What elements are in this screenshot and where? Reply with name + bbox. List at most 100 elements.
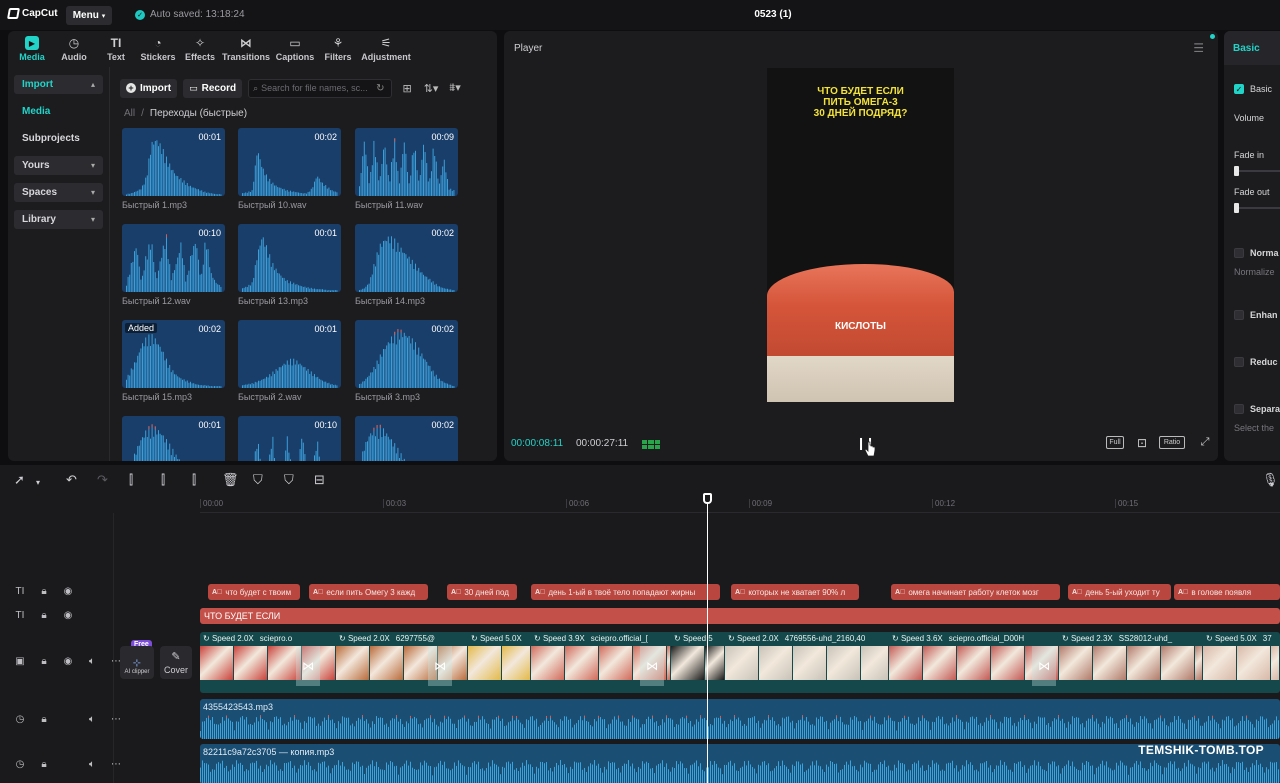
tab-effects[interactable]: ✧ Effects (180, 31, 220, 67)
media-thumbnail[interactable]: 00:02 (355, 224, 458, 292)
media-item[interactable]: 00:10 (238, 416, 341, 461)
lock-icon[interactable]: 🔒︎ (37, 714, 51, 725)
sort-icon[interactable]: ⇅▾ (422, 79, 440, 98)
screenshot-icon[interactable]: ⊡ (1134, 436, 1150, 450)
ai-edit-icon[interactable]: ⊟ (314, 473, 325, 487)
split-icon[interactable]: ⫿ (129, 473, 133, 487)
title-text-clip[interactable]: ЧТО БУДЕТ ЕСЛИ (200, 608, 1280, 624)
transition-icon[interactable]: ⋈ (640, 646, 664, 686)
transition-icon[interactable]: ⋈ (428, 646, 452, 686)
chevron-down-icon[interactable]: ▾ (36, 476, 40, 490)
undo-icon[interactable]: ↶ (66, 473, 77, 487)
more-icon[interactable]: ⋯ (109, 759, 123, 770)
media-thumbnail[interactable]: 00:10 (122, 224, 225, 292)
search-input[interactable] (261, 83, 374, 93)
nav-import[interactable]: Import ▴ (14, 75, 103, 94)
eye-icon[interactable]: ◉ (61, 656, 75, 667)
transition-icon[interactable]: ⋈ (296, 646, 320, 686)
text-clip[interactable]: A⃞ омега начинает работу клеток мозг (891, 584, 1060, 600)
playhead[interactable] (707, 495, 708, 783)
text-clip[interactable]: A⃞ 30 дней под (447, 584, 517, 600)
video-track[interactable]: Speed 2.0Xsciepro.oSpeed 2.0X6297755@Spe… (200, 632, 1280, 693)
marker-icon[interactable]: ⛉ (253, 473, 263, 487)
checkbox-icon[interactable] (1234, 357, 1244, 367)
speaker-icon[interactable]: 🔈︎ (85, 714, 99, 725)
text-clip[interactable]: A⃞ если пить Омегу 3 кажд (309, 584, 428, 600)
media-item[interactable]: 00:09 Быстрый 11.wav (355, 128, 458, 210)
media-item[interactable]: 00:01 Быстрый 2.wav (238, 320, 341, 402)
audio-clip-2[interactable]: 82211c9a72c3705 — копия.mp3 (200, 744, 1280, 783)
separate-toggle[interactable]: Separa (1234, 404, 1280, 414)
text-clip[interactable]: A⃞ день 1-ый в твоё тело попадают жирны (531, 584, 720, 600)
media-thumbnail[interactable]: 00:01 (122, 128, 225, 196)
media-item[interactable]: 00:10 Быстрый 12.wav (122, 224, 225, 306)
media-item[interactable]: 00:02 Added Быстрый 15.mp3 (122, 320, 225, 402)
ratio-button[interactable]: Ratio (1159, 436, 1185, 449)
microphone-icon[interactable]: 🎙 (1262, 473, 1279, 487)
delete-icon[interactable]: 🗑 (222, 473, 239, 487)
eye-icon[interactable]: ◉ (61, 586, 75, 597)
transition-icon[interactable]: ⋈ (1032, 646, 1056, 686)
checkbox-icon[interactable] (1234, 310, 1244, 320)
media-thumbnail[interactable]: 00:01 (238, 224, 341, 292)
nav-spaces[interactable]: Spaces ▾ (14, 183, 103, 202)
media-item[interactable]: 00:02 Быстрый 14.mp3 (355, 224, 458, 306)
timecode-grid-icon[interactable] (642, 440, 660, 449)
grid-view-icon[interactable]: ⊞ (398, 79, 416, 98)
media-thumbnail[interactable]: 00:01 (238, 320, 341, 388)
media-thumbnail[interactable]: 00:02 Added (122, 320, 225, 388)
media-thumbnail[interactable]: 00:09 (355, 128, 458, 196)
normalize-toggle[interactable]: Norma (1234, 248, 1279, 258)
media-item[interactable]: 00:02 Быстрый 3.mp3 (355, 320, 458, 402)
text-clip[interactable]: A⃞ в голове появля (1174, 584, 1280, 600)
fullscreen-icon[interactable]: ⤢ (1198, 436, 1212, 449)
menu-icon[interactable]: ☰ (1193, 41, 1204, 55)
tab-stickers[interactable]: ◔ Stickers (136, 31, 180, 67)
media-thumbnail[interactable]: 00:02 (355, 416, 458, 461)
timeline-ruler[interactable]: 00:00 00:03 00:06 00:09 00:12 00:15 (200, 495, 1280, 513)
nav-yours[interactable]: Yours ▾ (14, 156, 103, 175)
media-item[interactable]: 00:01 (122, 416, 225, 461)
media-thumbnail[interactable]: 00:01 (122, 416, 225, 461)
checkbox-icon[interactable] (1234, 404, 1244, 414)
media-item[interactable]: 00:02 Быстрый 10.wav (238, 128, 341, 210)
full-button[interactable]: Full (1106, 436, 1124, 449)
fade-in-slider[interactable] (1234, 166, 1280, 176)
speaker-icon[interactable]: 🔈︎ (85, 656, 99, 667)
text-clip[interactable]: A⃞ что будет с твоим (208, 584, 300, 600)
text-clip[interactable]: A⃞ день 5-ый уходит ту (1068, 584, 1171, 600)
fade-out-slider[interactable] (1234, 203, 1280, 213)
checkbox-icon[interactable] (1234, 248, 1244, 258)
media-thumbnail[interactable]: 00:02 (238, 128, 341, 196)
text-clip[interactable]: A⃞ которых не хватает 90% л (731, 584, 859, 600)
reduce-toggle[interactable]: Reduc (1234, 357, 1278, 367)
audio-clip-1[interactable]: 4355423543.mp3 (200, 699, 1280, 739)
tab-adjustment[interactable]: ⚟ Adjustment (358, 31, 414, 67)
tab-filters[interactable]: ⚘ Filters (318, 31, 358, 67)
tab-basic[interactable]: Basic (1224, 31, 1280, 65)
shield-icon[interactable]: ⛉ (284, 473, 294, 487)
more-icon[interactable]: ⋯ (109, 714, 123, 725)
split-right-icon[interactable]: ⫿ (192, 473, 196, 487)
lock-icon[interactable]: 🔒︎ (37, 759, 51, 770)
ai-clipper-button[interactable]: ⊹ AI clipper (120, 646, 154, 679)
select-cursor-icon[interactable]: ➚ (14, 473, 25, 487)
media-item[interactable]: 00:01 Быстрый 1.mp3 (122, 128, 225, 210)
lock-icon[interactable]: 🔒︎ (37, 610, 51, 621)
media-item[interactable]: 00:01 Быстрый 13.mp3 (238, 224, 341, 306)
nav-library[interactable]: Library ▾ (14, 210, 103, 229)
tab-transitions[interactable]: ⋈ Transitions (220, 31, 272, 67)
media-item[interactable]: 00:02 (355, 416, 458, 461)
tab-audio[interactable]: ◷ Audio (52, 31, 96, 67)
lock-icon[interactable]: 🔒︎ (37, 586, 51, 597)
import-button[interactable]: + Import (120, 78, 178, 98)
speaker-icon[interactable]: 🔈︎ (85, 759, 99, 770)
tab-text[interactable]: TI Text (96, 31, 136, 67)
basic-toggle[interactable]: ✓ Basic (1234, 84, 1272, 94)
video-preview[interactable]: ЧТО БУДЕТ ЕСЛИ ПИТЬ ОМЕГА-3 30 ДНЕЙ ПОДР… (767, 68, 954, 402)
enhance-toggle[interactable]: Enhan (1234, 310, 1278, 320)
tab-captions[interactable]: ▭ Captions (272, 31, 318, 67)
media-thumbnail[interactable]: 00:10 (238, 416, 341, 461)
media-thumbnail[interactable]: 00:02 (355, 320, 458, 388)
tab-media[interactable]: ▶ Media (12, 31, 52, 67)
